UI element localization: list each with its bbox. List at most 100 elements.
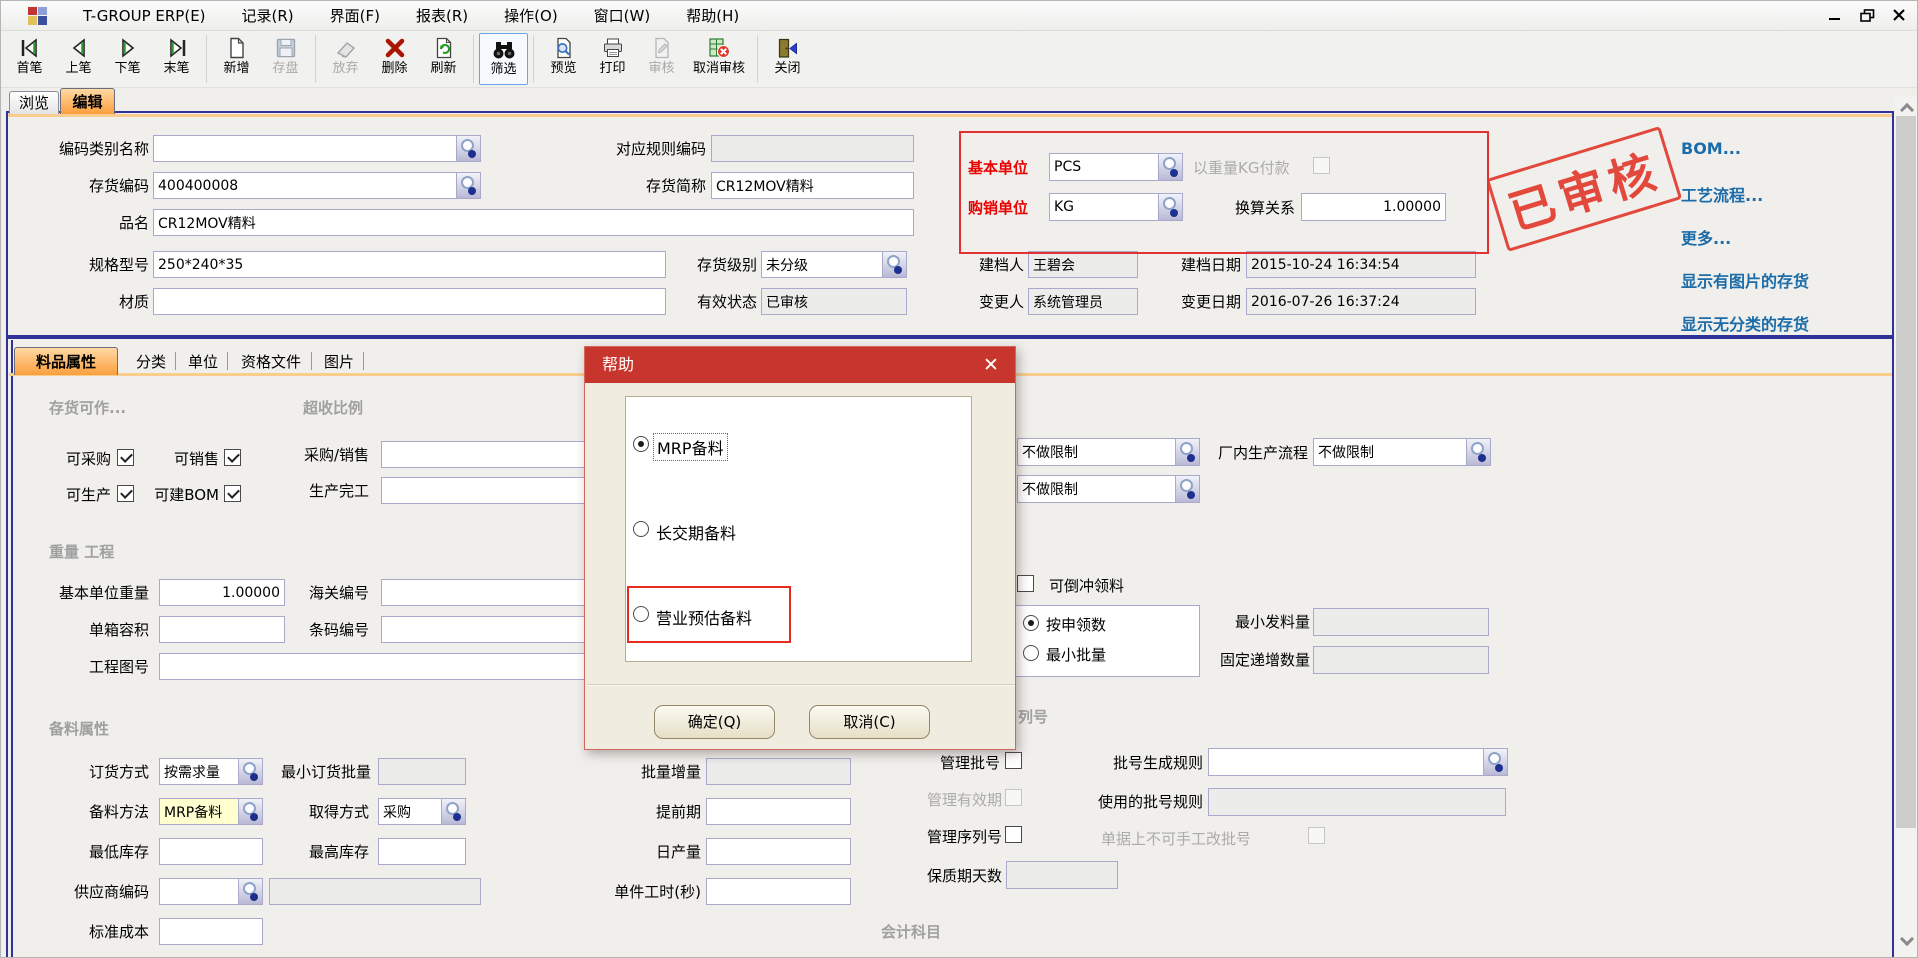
lookup-icon[interactable] bbox=[1175, 439, 1199, 465]
lookup-icon[interactable] bbox=[1158, 154, 1182, 180]
conversion-field[interactable]: 1.00000 bbox=[1301, 193, 1446, 221]
menu-help[interactable]: 帮助(H) bbox=[686, 5, 739, 26]
toolbar-close-button[interactable]: 关闭 bbox=[763, 33, 812, 85]
toolbar-add-button[interactable]: 新增 bbox=[212, 33, 261, 85]
dialog-cancel-button[interactable]: 取消(C) bbox=[809, 705, 930, 739]
vertical-scrollbar[interactable] bbox=[1895, 96, 1917, 958]
manage-batch-checkbox[interactable] bbox=[1005, 752, 1022, 769]
min-stock-field[interactable] bbox=[159, 838, 263, 865]
lookup-icon[interactable] bbox=[1483, 749, 1507, 775]
over-receive-group-title: 超收比例 bbox=[303, 397, 363, 418]
order-mode-label: 订货方式 bbox=[87, 763, 149, 781]
base-unit-field[interactable]: PCS bbox=[1049, 153, 1183, 181]
toolbar-next-button[interactable]: 下笔 bbox=[103, 33, 152, 85]
toolbar-filter-button[interactable]: 筛选 bbox=[479, 33, 528, 85]
lookup-icon[interactable] bbox=[238, 759, 262, 784]
code-category-field[interactable] bbox=[153, 135, 481, 162]
bom-link[interactable]: BOM... bbox=[1681, 139, 1741, 158]
acquire-mode-field[interactable]: 采购 bbox=[378, 798, 466, 825]
toolbar-print-button[interactable]: 打印 bbox=[588, 33, 637, 85]
box-volume-field[interactable] bbox=[159, 616, 285, 643]
menu-app[interactable]: T-GROUP ERP(E) bbox=[83, 7, 206, 25]
show-unclassified-link[interactable]: 显示无分类的存货 bbox=[1681, 311, 1809, 335]
lookup-icon[interactable] bbox=[456, 136, 480, 161]
lookup-icon[interactable] bbox=[1466, 439, 1490, 465]
lookup-icon[interactable] bbox=[1158, 194, 1182, 220]
dialog-ok-button[interactable]: 确定(Q) bbox=[654, 705, 775, 739]
product-name-label: 品名 bbox=[89, 214, 149, 232]
subtab-unit[interactable]: 单位 bbox=[181, 353, 225, 371]
restore-icon[interactable] bbox=[1859, 8, 1875, 22]
dialog-option-forecast-label[interactable]: 营业预估备料 bbox=[656, 605, 752, 629]
dialog-option-longterm-radio[interactable] bbox=[633, 521, 649, 537]
lookup-icon[interactable] bbox=[441, 799, 465, 824]
order-mode-field[interactable]: 按需求量 bbox=[159, 758, 263, 785]
toolbar-delete-button[interactable]: 删除 bbox=[370, 33, 419, 85]
sellable-checkbox[interactable] bbox=[224, 449, 241, 466]
material-field[interactable] bbox=[153, 288, 666, 315]
factory-flow-field[interactable]: 不做限制 bbox=[1313, 438, 1491, 466]
menu-record[interactable]: 记录(R) bbox=[242, 5, 294, 26]
material-label: 材质 bbox=[89, 293, 149, 311]
restriction-field-2[interactable]: 不做限制 bbox=[1017, 475, 1200, 503]
supplier-code-field[interactable] bbox=[159, 878, 263, 905]
menu-interface[interactable]: 界面(F) bbox=[330, 5, 380, 26]
manage-validity-checkbox bbox=[1005, 789, 1022, 806]
spec-field[interactable]: 250*240*35 bbox=[153, 251, 666, 278]
dialog-option-longterm-label[interactable]: 长交期备料 bbox=[656, 520, 736, 544]
daily-output-field[interactable] bbox=[706, 838, 851, 865]
product-name-field[interactable]: CR12MOV精料 bbox=[153, 209, 914, 236]
toolbar-preview-button[interactable]: 预览 bbox=[539, 33, 588, 85]
menu-window[interactable]: 窗口(W) bbox=[594, 5, 651, 26]
backflush-checkbox[interactable] bbox=[1017, 575, 1034, 592]
producible-checkbox[interactable] bbox=[117, 485, 134, 502]
subtab-material-props[interactable]: 料品属性 bbox=[14, 347, 118, 375]
minimize-icon[interactable] bbox=[1827, 8, 1843, 22]
toolbar-cancel-audit-button[interactable]: 取消审核 bbox=[686, 33, 752, 85]
restriction-field-1[interactable]: 不做限制 bbox=[1017, 438, 1200, 466]
toolbar-last-button[interactable]: 末笔 bbox=[152, 33, 201, 85]
inventory-code-field[interactable]: 400400008 bbox=[153, 172, 481, 199]
more-link[interactable]: 更多... bbox=[1681, 225, 1731, 249]
base-weight-field[interactable]: 1.00000 bbox=[159, 579, 285, 606]
lookup-icon[interactable] bbox=[882, 252, 906, 277]
std-cost-field[interactable] bbox=[159, 918, 263, 945]
menu-operate[interactable]: 操作(O) bbox=[504, 5, 558, 26]
lookup-icon[interactable] bbox=[238, 799, 262, 824]
shelf-life-field[interactable] bbox=[1006, 861, 1118, 889]
lookup-icon[interactable] bbox=[238, 879, 262, 904]
menu-report[interactable]: 报表(R) bbox=[416, 5, 468, 26]
subtab-picture[interactable]: 图片 bbox=[317, 353, 361, 371]
scrollbar-thumb[interactable] bbox=[1896, 116, 1916, 828]
lead-time-field[interactable] bbox=[706, 798, 851, 825]
lookup-icon[interactable] bbox=[1175, 476, 1199, 502]
dialog-option-forecast-radio[interactable] bbox=[633, 606, 649, 622]
batch-rule-field[interactable] bbox=[1208, 748, 1508, 776]
toolbar-first-button[interactable]: 首笔 bbox=[5, 33, 54, 85]
inventory-short-field[interactable]: CR12MOV精料 bbox=[711, 172, 914, 199]
purchasable-checkbox[interactable] bbox=[117, 449, 134, 466]
dialog-close-icon[interactable]: ✕ bbox=[979, 353, 1003, 377]
manage-serial-checkbox[interactable] bbox=[1005, 826, 1022, 843]
level-field[interactable]: 未分级 bbox=[761, 251, 907, 278]
process-flow-link[interactable]: 工艺流程... bbox=[1681, 182, 1763, 206]
max-stock-field[interactable] bbox=[378, 838, 466, 865]
by-request-radio[interactable] bbox=[1023, 615, 1039, 631]
prepare-method-field[interactable]: MRP备料 bbox=[159, 798, 263, 825]
subtab-category[interactable]: 分类 bbox=[129, 353, 173, 371]
tab-edit[interactable]: 编辑 bbox=[60, 88, 115, 114]
lookup-icon[interactable] bbox=[456, 173, 480, 198]
dialog-option-mrp-label[interactable]: MRP备料 bbox=[654, 434, 727, 460]
min-batch-radio[interactable] bbox=[1023, 645, 1039, 661]
toolbar-prev-button[interactable]: 上笔 bbox=[54, 33, 103, 85]
toolbar-refresh-button[interactable]: 刷新 bbox=[419, 33, 468, 85]
close-window-icon[interactable] bbox=[1891, 8, 1907, 22]
show-with-images-link[interactable]: 显示有图片的存货 bbox=[1681, 268, 1809, 292]
subtab-qualification[interactable]: 资格文件 bbox=[233, 353, 309, 371]
unit-hours-field[interactable] bbox=[706, 878, 851, 905]
dialog-option-mrp-radio[interactable] bbox=[633, 436, 649, 452]
trade-unit-field[interactable]: KG bbox=[1049, 193, 1183, 221]
bom-allowed-checkbox[interactable] bbox=[224, 485, 241, 502]
tab-browse[interactable]: 浏览 bbox=[9, 91, 59, 114]
dialog-title-bar[interactable]: 帮助 bbox=[585, 347, 1015, 383]
